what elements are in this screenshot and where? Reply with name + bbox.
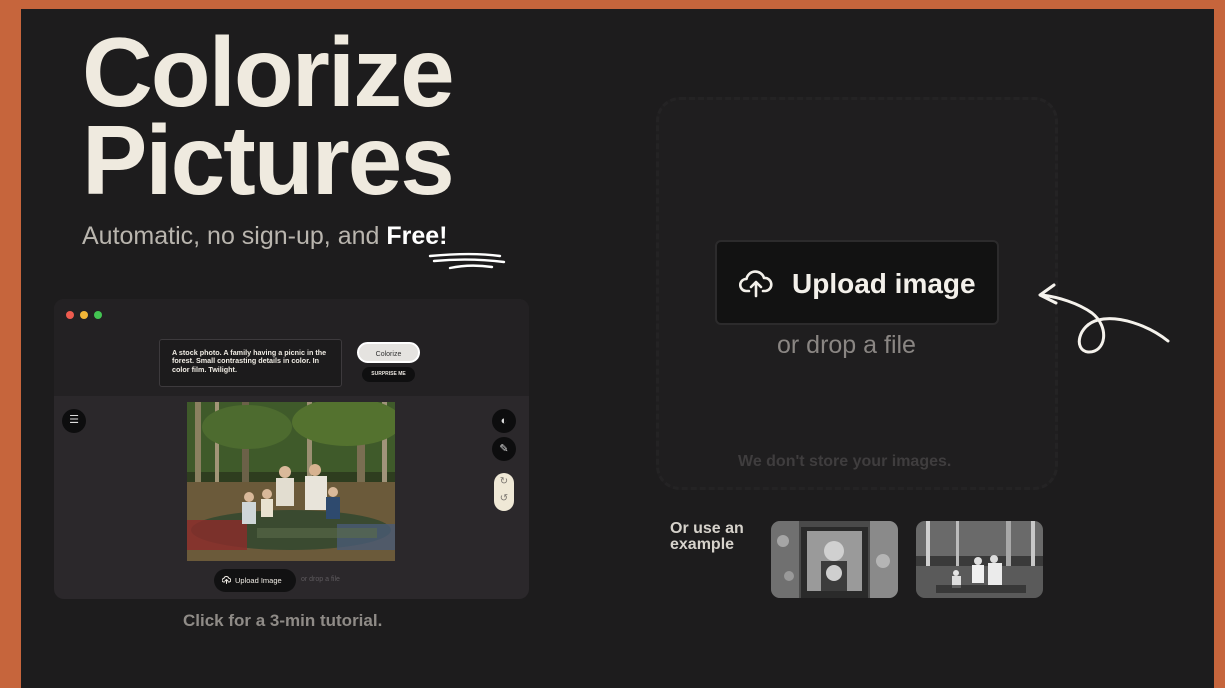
hand-drawn-arrow-icon bbox=[1038, 283, 1170, 354]
window-minimize-dot bbox=[80, 311, 88, 319]
tutorial-video-preview[interactable]: A stock photo. A family having a picnic … bbox=[54, 299, 529, 599]
cloud-upload-icon bbox=[739, 270, 773, 298]
preview-upload-button: Upload Image bbox=[214, 569, 296, 592]
example-image-portrait[interactable] bbox=[771, 521, 898, 598]
preview-colorize-button: Colorize bbox=[357, 342, 420, 363]
subtitle-text: Automatic, no sign-up, and bbox=[82, 222, 387, 250]
example-portrait-photo bbox=[771, 521, 898, 598]
preview-palette-icon: ◐ bbox=[492, 409, 516, 433]
drop-file-text: or drop a file bbox=[777, 331, 916, 359]
window-close-dot bbox=[66, 311, 74, 319]
privacy-note: We don't store your images. bbox=[738, 453, 952, 470]
title-line-2: Pictures bbox=[82, 105, 455, 215]
preview-family-photo bbox=[187, 402, 395, 561]
subtitle: Automatic, no sign-up, and Free! bbox=[82, 222, 448, 251]
examples-label: Or use an example bbox=[670, 520, 744, 553]
preview-upload-icon bbox=[222, 576, 231, 584]
preview-upload-label: Upload Image bbox=[235, 576, 282, 585]
page-title: Colorize Pictures bbox=[82, 17, 455, 215]
preview-undo-redo: ↻ ↺ bbox=[494, 473, 514, 511]
upload-image-button[interactable]: Upload image bbox=[715, 240, 999, 325]
example-image-picnic[interactable] bbox=[916, 521, 1043, 598]
preview-surprise-button: SURPRISE ME bbox=[362, 367, 415, 382]
title-line-1: Colorize bbox=[82, 17, 455, 127]
upload-button-label: Upload image bbox=[792, 268, 976, 299]
preview-menu-icon: ☰ bbox=[62, 409, 86, 433]
preview-pen-icon: ✎ bbox=[492, 437, 516, 461]
example-picnic-photo bbox=[916, 521, 1043, 598]
window-maximize-dot bbox=[94, 311, 102, 319]
tutorial-caption[interactable]: Click for a 3-min tutorial. bbox=[183, 611, 382, 631]
preview-drop-text: or drop a file bbox=[301, 576, 340, 583]
underline-scribble bbox=[428, 252, 506, 270]
preview-undo-icon: ↺ bbox=[499, 493, 509, 504]
preview-redo-icon: ↻ bbox=[499, 476, 509, 487]
subtitle-free: Free! bbox=[386, 222, 448, 250]
preview-prompt-box: A stock photo. A family having a picnic … bbox=[159, 339, 342, 387]
